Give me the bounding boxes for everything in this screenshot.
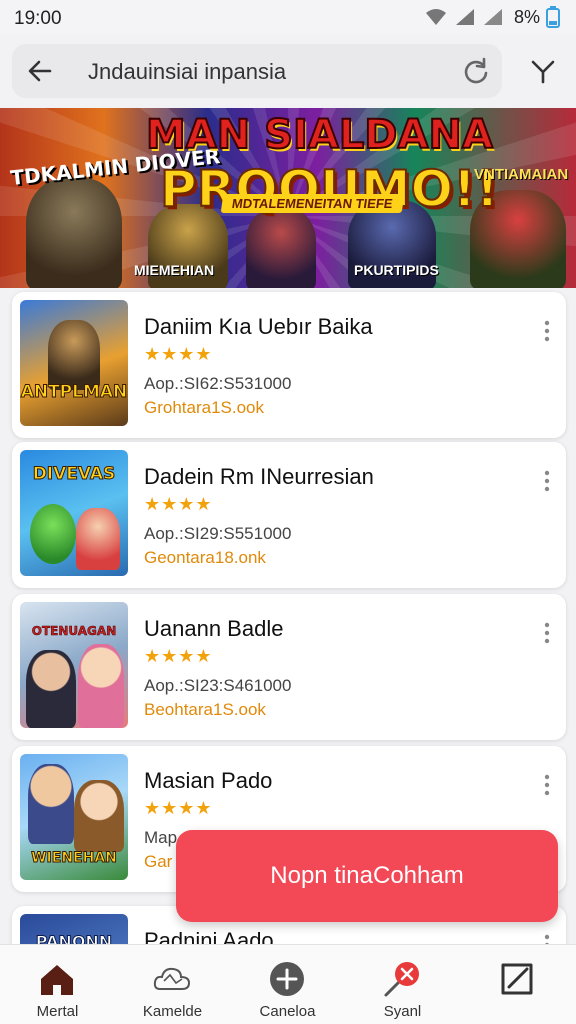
battery-icon bbox=[546, 6, 560, 28]
nav-label-explore: Kamelde bbox=[142, 1003, 203, 1020]
banner-bottom-left-text: MIEMEHIAN bbox=[134, 262, 215, 278]
search-close-icon bbox=[384, 962, 419, 997]
app-thumbnail: ANTPLMAN bbox=[20, 300, 128, 426]
signal-2-icon bbox=[483, 9, 502, 25]
app-subtitle: Gar bbox=[144, 852, 173, 871]
promo-banner[interactable]: TDKALMIN DIQVER MAN SIALDANA PRQOUMO!! M… bbox=[0, 108, 576, 288]
rating-stars: ★★★★ bbox=[144, 494, 213, 514]
banner-subtitle: MDTALEMENEITAN TIEFE bbox=[220, 194, 404, 213]
nav-label-add: Caneloa bbox=[259, 1003, 316, 1020]
thumb-character-girl bbox=[78, 644, 124, 728]
nav-label-home: Mertal bbox=[36, 1003, 79, 1020]
list-item[interactable]: OTENUAGAN Uanann Badle ★★★★ Aop.:SI23:S4… bbox=[12, 594, 566, 740]
thumb-label: ANTPLMAN bbox=[20, 382, 128, 403]
banner-bottom-right-text: PKURTIPIDS bbox=[354, 262, 439, 278]
thumb-character-green bbox=[30, 504, 76, 564]
thumb-character-man bbox=[26, 650, 76, 728]
nav-item-home[interactable]: Mertal bbox=[0, 945, 115, 1024]
action-toast-button[interactable]: Nopn tinaCohham bbox=[176, 830, 558, 922]
more-vertical-icon[interactable] bbox=[542, 470, 552, 492]
list-item[interactable]: ANTPLMAN Daniim Kıa Uebır Baika ★★★★ Aop… bbox=[12, 292, 566, 438]
app-thumbnail: WIENEHAN bbox=[20, 754, 128, 880]
thumb-label: WIENEHAN bbox=[31, 850, 118, 867]
battery-percent: 8% bbox=[513, 6, 540, 27]
cloud-map-icon bbox=[153, 967, 191, 990]
app-title: Daniim Kıa Uebır Baika bbox=[144, 314, 373, 339]
thumb-character-boy-2 bbox=[74, 780, 124, 852]
list-item[interactable]: DIVEVAS Dadein Rm INeurresian ★★★★ Aop.:… bbox=[12, 442, 566, 588]
app-title: Uanann Badle bbox=[144, 616, 284, 641]
app-title: Dadein Rm INeurresian bbox=[144, 464, 374, 489]
thumb-label: OTENUAGAN bbox=[31, 624, 117, 639]
app-meta: Map bbox=[144, 828, 178, 847]
refresh-icon[interactable] bbox=[462, 57, 490, 85]
banner-right-text: VNTIAMAIAN bbox=[474, 166, 569, 183]
app-subtitle: Grohtara1S.ook bbox=[144, 398, 265, 417]
app-meta: Aop.:SI29:S551000 bbox=[144, 524, 292, 543]
banner-hero-warrior bbox=[246, 208, 316, 288]
nav-item-add[interactable]: Caneloa bbox=[230, 945, 345, 1024]
thumb-character-girl bbox=[76, 508, 120, 570]
status-bar: 19:00 8% bbox=[0, 0, 576, 34]
rating-stars: ★★★★ bbox=[144, 798, 213, 818]
search-bar[interactable]: Jndauinsiai inpansia bbox=[12, 44, 502, 98]
home-icon bbox=[41, 965, 73, 995]
app-subtitle: Beohtara1S.ook bbox=[144, 700, 266, 719]
add-circle-icon bbox=[270, 962, 304, 996]
app-title: Masian Pado bbox=[144, 768, 273, 793]
thumb-character bbox=[48, 320, 100, 390]
banner-hero-knight bbox=[26, 178, 122, 288]
wifi-icon bbox=[425, 9, 446, 25]
more-vertical-icon[interactable] bbox=[542, 320, 552, 342]
external-edit-icon bbox=[501, 963, 533, 995]
nav-item-search[interactable]: Syanl bbox=[345, 945, 460, 1024]
more-vertical-icon[interactable] bbox=[542, 622, 552, 644]
status-icons: 8% bbox=[424, 6, 560, 28]
app-thumbnail: OTENUAGAN bbox=[20, 602, 128, 728]
status-time: 19:00 bbox=[14, 8, 62, 29]
rating-stars: ★★★★ bbox=[144, 646, 213, 666]
app-meta: Aop.:SI23:S461000 bbox=[144, 676, 292, 695]
back-arrow-icon[interactable] bbox=[26, 57, 54, 85]
app-meta: Aop.:SI62:S531000 bbox=[144, 374, 292, 393]
thumb-character-boy bbox=[28, 764, 74, 844]
bottom-nav: Mertal Kamelde Caneloa Syanl bbox=[0, 944, 576, 1024]
toast-label: Nopn tinaCohham bbox=[270, 862, 464, 889]
nav-item-explore[interactable]: Kamelde bbox=[115, 945, 230, 1024]
thumb-label: DIVEVAS bbox=[32, 464, 116, 485]
filter-icon[interactable] bbox=[530, 58, 556, 84]
more-vertical-icon[interactable] bbox=[542, 774, 552, 796]
banner-title-line1: MAN SIALDANA bbox=[145, 111, 494, 159]
search-input[interactable]: Jndauinsiai inpansia bbox=[88, 59, 286, 85]
signal-icon bbox=[455, 9, 474, 25]
app-subtitle: Geontara18.onk bbox=[144, 548, 266, 567]
rating-stars: ★★★★ bbox=[144, 344, 213, 364]
nav-label-search: Syanl bbox=[383, 1003, 422, 1020]
app-thumbnail: DIVEVAS bbox=[20, 450, 128, 576]
nav-item-edit[interactable] bbox=[460, 945, 575, 1024]
